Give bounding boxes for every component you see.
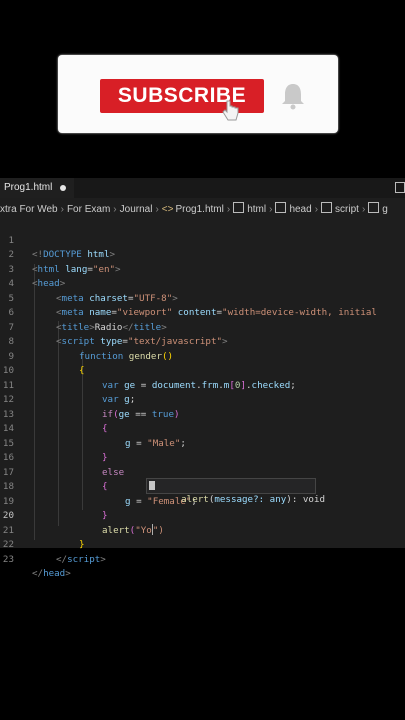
breadcrumb-item[interactable]: head — [289, 201, 311, 219]
tooltip-param: message?: any — [214, 494, 287, 505]
breadcrumb-item[interactable]: For Exam — [67, 201, 110, 219]
breadcrumb-item[interactable]: html — [247, 201, 266, 219]
subscribe-banner: SUBSCRIBE — [58, 55, 338, 133]
code-token: head — [43, 568, 66, 579]
code-line: 15 } — [0, 422, 405, 464]
tab-prog1[interactable]: Prog1.html — [0, 178, 74, 198]
code-editor: Prog1.html xtra For Web › For Exam › Journal… — [0, 178, 405, 579]
code-line: 16 else — [0, 437, 405, 478]
code-line: 5 <meta name="viewport" content="width=d… — [0, 277, 405, 319]
code-line: 13 { — [0, 393, 405, 435]
code-token: </ — [56, 553, 68, 565]
code-line: 2 <html lang="en"> — [0, 234, 405, 275]
line-number: 23 — [2, 553, 14, 565]
signature-help-tooltip: alert(message?: any): void — [146, 478, 325, 505]
element-icon — [321, 202, 333, 213]
bell-icon[interactable] — [280, 82, 306, 110]
code-token: > — [100, 553, 106, 565]
code-line: 4 <meta charset="UTF-8"> — [0, 263, 405, 304]
code-line: 7 <script type="text/javascript"> — [0, 306, 405, 348]
html-file-icon: <> — [161, 204, 174, 215]
tab-label: Prog1.html — [4, 182, 53, 193]
tooltip-text: ): void — [286, 494, 326, 505]
breadcrumb-item[interactable]: script — [335, 201, 359, 219]
tooltip-fn: alert — [181, 494, 209, 505]
unsaved-dot-icon — [60, 185, 66, 191]
hand-cursor-icon — [222, 100, 239, 121]
code-line: 17 { — [0, 451, 405, 493]
code-line: 12 if(ge == true) — [0, 379, 405, 420]
code-line: 23 </head> — [0, 538, 405, 580]
code-line: 11 var g; — [0, 364, 405, 406]
code-line: 3 <head> — [0, 248, 405, 290]
code-token: > — [65, 568, 71, 579]
split-editor-icon[interactable] — [395, 182, 405, 193]
code-line: 10 var ge = document.frm.m[0].checked; — [0, 350, 405, 391]
breadcrumb-item[interactable]: Journal — [120, 201, 153, 219]
element-icon — [275, 202, 287, 213]
code-line: 6 <title>Radio</title> — [0, 292, 405, 333]
cursor-ibeam-icon — [149, 481, 155, 490]
breadcrumb-item[interactable]: g — [382, 201, 388, 219]
code-token: </ — [32, 568, 44, 579]
breadcrumb-item[interactable]: xtra For Web — [0, 201, 58, 219]
tab-bar: Prog1.html — [0, 178, 405, 198]
code-token: script — [67, 553, 101, 565]
breadcrumb: xtra For Web › For Exam › Journal › <> Prog1.ht… — [0, 201, 405, 219]
element-icon — [233, 202, 245, 213]
code-line: 8 function gender() — [0, 321, 405, 362]
code-line: 9 { — [0, 335, 405, 377]
breadcrumb-item[interactable]: Prog1.html — [175, 201, 223, 219]
code-line: 14 g = "Male"; — [0, 408, 405, 449]
code-line: 1 <!DOCTYPE html> — [0, 219, 405, 261]
code-line: 22 </script> — [0, 524, 405, 565]
code-line: 21 } — [0, 509, 405, 551]
element-icon — [368, 202, 380, 213]
